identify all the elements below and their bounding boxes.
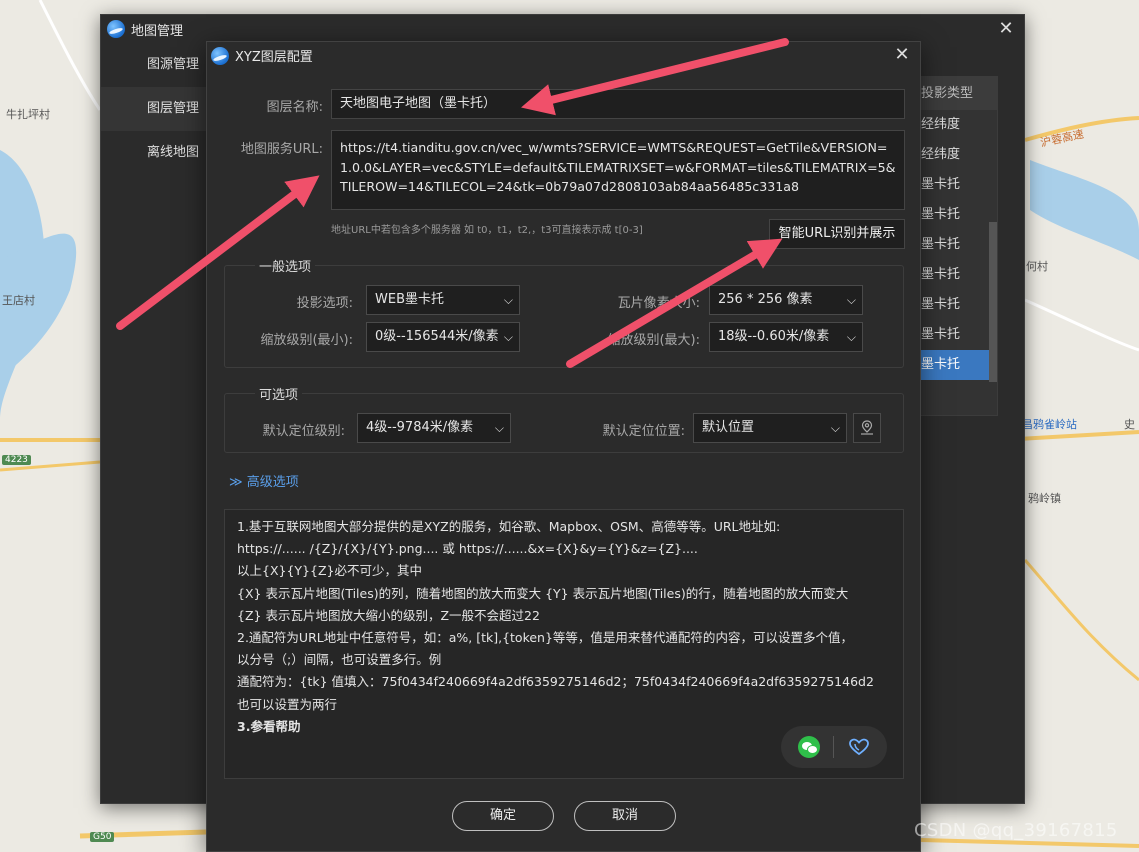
chevron-down-icon: ⌵ <box>501 323 513 351</box>
url-hint: 地址URL中若包含多个服务器 如 t0，t1，t2,，t3可直接表示成 t[0-… <box>331 225 643 236</box>
help-line: {Z} 表示瓦片地图放大缩小的级别，Z一般不会超过22 <box>237 607 540 623</box>
heart-logo-icon[interactable] <box>847 737 871 757</box>
map-pin-icon <box>861 420 873 435</box>
help-line: 以分号（;）间隔，也可设置多行。例 <box>237 652 442 668</box>
group-title: 一般选项 <box>255 256 316 275</box>
optional-group: 可选项 默认定位级别: 4级--9784米/像素 ⌵ 默认定位位置: 默认位置 … <box>224 384 904 453</box>
xyz-layer-config-dialog: XYZ图层配置 ✕ 图层名称: 天地图电子地图（墨卡托） 地图服务URL: ht… <box>206 41 921 852</box>
layer-name-input[interactable]: 天地图电子地图（墨卡托） <box>331 89 905 119</box>
help-line: 通配符为：{tk} 值填入：75f0434f240669f4a2df635927… <box>237 674 874 690</box>
pick-location-button[interactable] <box>853 413 881 443</box>
road-badge: G50 <box>90 832 115 842</box>
layer-name-label: 图层名称: <box>266 100 323 115</box>
list-item-selected[interactable]: 墨卡托 <box>917 350 997 380</box>
advanced-options-link[interactable]: ≫ 高级选项 <box>229 471 299 490</box>
help-line: https://...... /{Z}/{X}/{Y}.png.... 或 ht… <box>237 541 698 557</box>
map-label: 鸦岭镇 <box>1028 492 1061 505</box>
close-icon[interactable]: ✕ <box>892 45 912 65</box>
default-pos-value: 默认位置 <box>702 420 755 435</box>
list-item[interactable]: 经纬度 <box>917 110 997 140</box>
list-item[interactable]: 墨卡托 <box>917 230 997 260</box>
help-line: 2.通配符为URL地址中任意符号，如：a%, [tk],{token}等等，值是… <box>237 630 853 646</box>
dialog-title: XYZ图层配置 <box>235 50 313 65</box>
url-input[interactable]: https://t4.tianditu.gov.cn/vec_w/wmts?SE… <box>331 130 905 210</box>
dialog-titlebar: XYZ图层配置 <box>207 42 920 69</box>
projection-select[interactable]: WEB墨卡托 ⌵ <box>366 285 520 315</box>
ok-button[interactable]: 确定 <box>452 801 554 831</box>
chevron-down-icon: ⌵ <box>503 293 513 307</box>
zoom-min-select[interactable]: 0级--156544米/像素 ⌵ <box>366 322 520 352</box>
default-pos-label: 默认定位位置: <box>602 424 685 439</box>
list-scrollbar[interactable] <box>989 222 997 382</box>
group-title: 可选项 <box>255 384 303 403</box>
road-badge: 4223 <box>2 455 31 465</box>
list-item[interactable]: 墨卡托 <box>917 170 997 200</box>
list-item[interactable]: 墨卡托 <box>917 320 997 350</box>
app-logo-icon <box>211 46 229 65</box>
default-level-value: 4级--9784米/像素 <box>366 420 474 435</box>
zoom-max-label: 缩放级别(最大): <box>607 333 700 348</box>
tile-size-label: 瓦片像素大小: <box>617 296 700 311</box>
sidebar: 图源管理 图层管理 离线地图 <box>101 43 221 175</box>
default-level-label: 默认定位级别: <box>262 424 345 439</box>
map-label: 牛扎坪村 <box>6 108 50 121</box>
layer-list: 投影类型 经纬度 经纬度 墨卡托 墨卡托 墨卡托 墨卡托 墨卡托 墨卡托 墨卡托 <box>916 76 998 416</box>
tile-size-value: 256 * 256 像素 <box>718 292 813 307</box>
zoom-max-value: 18级--0.60米/像素 <box>718 329 830 344</box>
map-label: 何村 <box>1026 260 1048 273</box>
zoom-max-select[interactable]: 18级--0.60米/像素 ⌵ <box>709 322 863 352</box>
chevron-down-icon: ⌵ <box>846 330 856 344</box>
app-logo-icon <box>107 20 125 38</box>
map-label: 史 <box>1124 418 1135 431</box>
zoom-min-label: 缩放级别(最小): <box>260 333 353 348</box>
sidebar-item-layers[interactable]: 图层管理 <box>101 87 221 131</box>
window-title: 地图管理 <box>131 23 184 39</box>
divider <box>832 736 834 758</box>
sidebar-item-offline[interactable]: 离线地图 <box>101 131 221 175</box>
close-icon[interactable]: ✕ <box>996 19 1016 39</box>
wechat-icon[interactable] <box>797 736 820 758</box>
help-line: 以上{X}{Y}{Z}必不可少，其中 <box>237 563 422 579</box>
sidebar-item-source[interactable]: 图源管理 <box>101 43 221 87</box>
contact-icons <box>781 726 887 768</box>
help-line: 也可以设置为两行 <box>237 696 338 712</box>
help-panel: 1.基于互联网地图大部分提供的是XYZ的服务，如谷歌、Mapbox、OSM、高德… <box>224 509 904 779</box>
chevron-down-icon: ⌵ <box>846 293 856 307</box>
watermark: CSDN @qq_39167815 <box>914 820 1118 841</box>
list-item[interactable]: 墨卡托 <box>917 200 997 230</box>
default-pos-select[interactable]: 默认位置 ⌵ <box>693 413 847 443</box>
projection-label: 投影选项: <box>296 296 353 311</box>
projection-value: WEB墨卡托 <box>375 292 444 307</box>
default-level-select[interactable]: 4级--9784米/像素 ⌵ <box>357 413 511 443</box>
cancel-button[interactable]: 取消 <box>574 801 676 831</box>
map-label: 昌鸦雀岭站 <box>1022 418 1077 431</box>
map-label: 王店村 <box>2 294 35 307</box>
window-titlebar: 地图管理 <box>101 15 1024 43</box>
tile-size-select[interactable]: 256 * 256 像素 ⌵ <box>709 285 863 315</box>
help-line: {X} 表示瓦片地图(Tiles)的列，随着地图的放大而变大 {Y} 表示瓦片地… <box>237 585 849 601</box>
list-item[interactable]: 墨卡托 <box>917 260 997 290</box>
url-label: 地图服务URL: <box>240 142 323 157</box>
help-line: 1.基于互联网地图大部分提供的是XYZ的服务，如谷歌、Mapbox、OSM、高德… <box>237 519 781 534</box>
zoom-min-value: 0级--156544米/像素 <box>375 329 499 344</box>
list-header: 投影类型 <box>917 77 997 110</box>
list-item[interactable]: 经纬度 <box>917 140 997 170</box>
list-item[interactable]: 墨卡托 <box>917 290 997 320</box>
chevron-down-icon: ⌵ <box>494 421 504 435</box>
general-options-group: 一般选项 投影选项: WEB墨卡托 ⌵ 瓦片像素大小: 256 * 256 像素… <box>224 256 904 368</box>
chevron-down-icon: ⌵ <box>830 421 840 435</box>
smart-url-button[interactable]: 智能URL识别并展示 <box>769 219 905 249</box>
